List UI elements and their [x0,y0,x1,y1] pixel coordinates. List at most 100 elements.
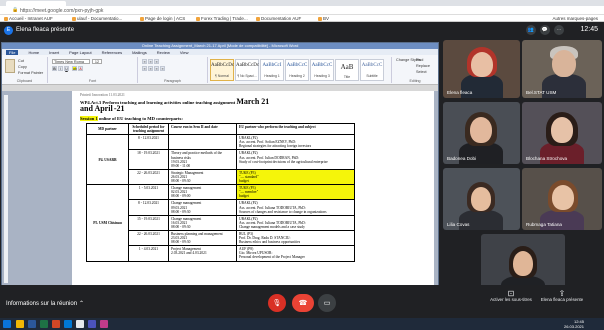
bookmark-icon [4,16,8,21]
camera-button[interactable]: ▭ [318,294,336,312]
outlook-icon[interactable] [64,320,72,328]
tab-page-layout[interactable]: Page Layout [69,50,91,55]
paragraph-group: ≡ ≡ ≡ ≡ ≡ ≡ ≡ Paragraph [138,57,208,83]
chrome-icon[interactable] [76,320,84,328]
address-bar[interactable]: 🔒 https://meet.google.com/pxn-pyjh-gpk [0,6,604,15]
windows-taskbar: 12:45 26.03.2021 [0,318,604,330]
participant-tile[interactable]: Bel.STAT USM [522,40,602,98]
justify-icon[interactable]: ≡ [160,66,165,71]
captions-button[interactable]: ⊡ Activer les sous-titres [487,290,535,303]
font-color-button[interactable]: A [78,66,83,71]
cut-button[interactable]: Cut [18,59,24,63]
underline-button[interactable]: U [64,66,69,71]
find-button[interactable]: Find [416,58,423,62]
paste-icon[interactable] [5,59,15,73]
participant-tile[interactable]: Blochana Strochova [522,102,602,164]
mic-off-button[interactable]: 🎙 [268,294,286,312]
app-icon[interactable] [100,320,108,328]
tab-references[interactable]: References [102,50,122,55]
tab-view[interactable]: View [180,50,189,55]
style-no-spacing[interactable]: AaBbCcDc ¶ No Spaci... [235,59,259,81]
participant-tile[interactable]: Rubmaga Tatiana [522,168,602,230]
person-face [551,117,573,143]
other-bookmarks[interactable]: Autres marques-pages [552,16,598,21]
word-title: Online Teaching Assignment_March 21-17 A… [141,43,299,48]
person-face [471,52,493,77]
people-icon[interactable]: 👥 [526,25,536,35]
numbering-icon[interactable]: ≡ [148,59,153,64]
format-painter-button[interactable]: Format Painter [18,71,43,75]
screen-root: 🔒 https://meet.google.com/pxn-pyjh-gpk A… [0,0,604,330]
activities-icon[interactable]: ⋯ [554,25,564,35]
style-title[interactable]: AaB Title [335,59,359,81]
bookmarks-bar: Accueil - Intranet AUF ulauf - Documenta… [0,15,604,22]
group-label: Font [88,79,97,83]
document-page[interactable]: Printed: Innovation 11.03.2021 WP4.Act.3… [72,91,434,287]
explorer-icon[interactable] [16,320,24,328]
align-right-icon[interactable]: ≡ [154,66,159,71]
chevron-up-icon: ⌃ [79,301,85,307]
excel-icon[interactable] [40,320,48,328]
bookmark-item[interactable]: Documentation AUF [256,16,301,21]
participant-name: Blochana Strochova [526,156,568,161]
bold-button[interactable]: B [52,66,57,71]
align-center-icon[interactable]: ≡ [148,66,153,71]
bookmark-item[interactable]: ulauf - Documentatio... [72,16,122,21]
person-body [540,210,584,230]
participant-tile[interactable]: Elena fleaca [443,40,520,98]
tab-file[interactable]: File [6,49,19,55]
word-icon[interactable] [28,320,36,328]
participant-tile[interactable]: Lilia Covas [443,168,520,230]
italic-button[interactable]: I [58,66,63,71]
chat-icon[interactable]: 💬 [540,25,550,35]
font-name-select[interactable]: Times New Roma [52,59,90,64]
teams-icon[interactable] [88,320,96,328]
ribbon: Cut Copy Format Painter Clipboard Times … [2,55,438,85]
person-face [513,251,533,276]
assignment-table: MD partner Scheduled period for teaching… [86,122,355,262]
mic-off-icon: 🎙 [272,300,282,307]
replace-button[interactable]: Replace [416,64,430,68]
bookmark-item[interactable]: BV [318,16,329,21]
highlight-button[interactable]: ab [72,66,77,71]
powerpoint-icon[interactable] [52,320,60,328]
url-text: https://meet.google.com/pxn-pyjh-gpk [20,8,104,14]
group-label: Paragraph [164,79,181,83]
tab-mailings[interactable]: Mailings [132,50,147,55]
present-button[interactable]: ⇪ Elena fleaca présente [540,289,584,303]
style-normal[interactable]: AaBbCcDc ¶ Normal [210,59,234,81]
style-heading-3[interactable]: AaBbCcC Heading 3 [310,59,334,81]
person-face [552,185,574,210]
meeting-info-button[interactable]: Informations sur la réunion ⌃ [6,300,84,307]
tab-review[interactable]: Review [157,50,170,55]
font-size-select[interactable]: 12 [92,59,102,64]
table-row: P4. USARB 8 - 12.03.2021 UBAKL(P2) Ass. … [86,134,355,186]
bookmark-item[interactable]: Accueil - Intranet AUF [4,16,53,21]
tab-insert[interactable]: Insert [49,50,59,55]
end-call-button[interactable]: ☎ [292,294,314,312]
style-heading-2[interactable]: AaBbCcC Heading 2 [285,59,309,81]
doc-stamp: Printed: Innovation 11.03.2021 [80,93,125,97]
vertical-ruler [4,95,8,283]
person-body [459,210,503,230]
bullets-icon[interactable]: ≡ [142,59,147,64]
group-label: Editing [409,79,421,83]
multilevel-icon[interactable]: ≡ [154,59,159,64]
doc-title: WP4.Act.3 Perform teaching and learning … [80,97,270,113]
bookmark-item[interactable]: Forex Trading | Trade... [196,16,248,21]
participant-tile[interactable]: Badonea Dobi [443,102,520,164]
align-left-icon[interactable]: ≡ [142,66,147,71]
bookmark-icon [140,16,144,21]
copy-button[interactable]: Copy [18,65,27,69]
hang-up-icon: ☎ [298,300,308,307]
start-icon[interactable] [3,320,11,328]
select-button[interactable]: Select [416,70,427,74]
bookmark-icon [256,16,260,21]
meet-clock: 12:45 [580,26,598,33]
tab-home[interactable]: Home [28,50,39,55]
style-heading-1[interactable]: AaBbCcI Heading 1 [260,59,284,81]
present-icon: ⇪ [558,289,566,298]
table-header-row: MD partner Scheduled period for teaching… [86,122,355,136]
style-subtitle[interactable]: AaBbCcC Subtitle [360,59,384,81]
bookmark-item[interactable]: Page de login | ACS [140,16,185,21]
